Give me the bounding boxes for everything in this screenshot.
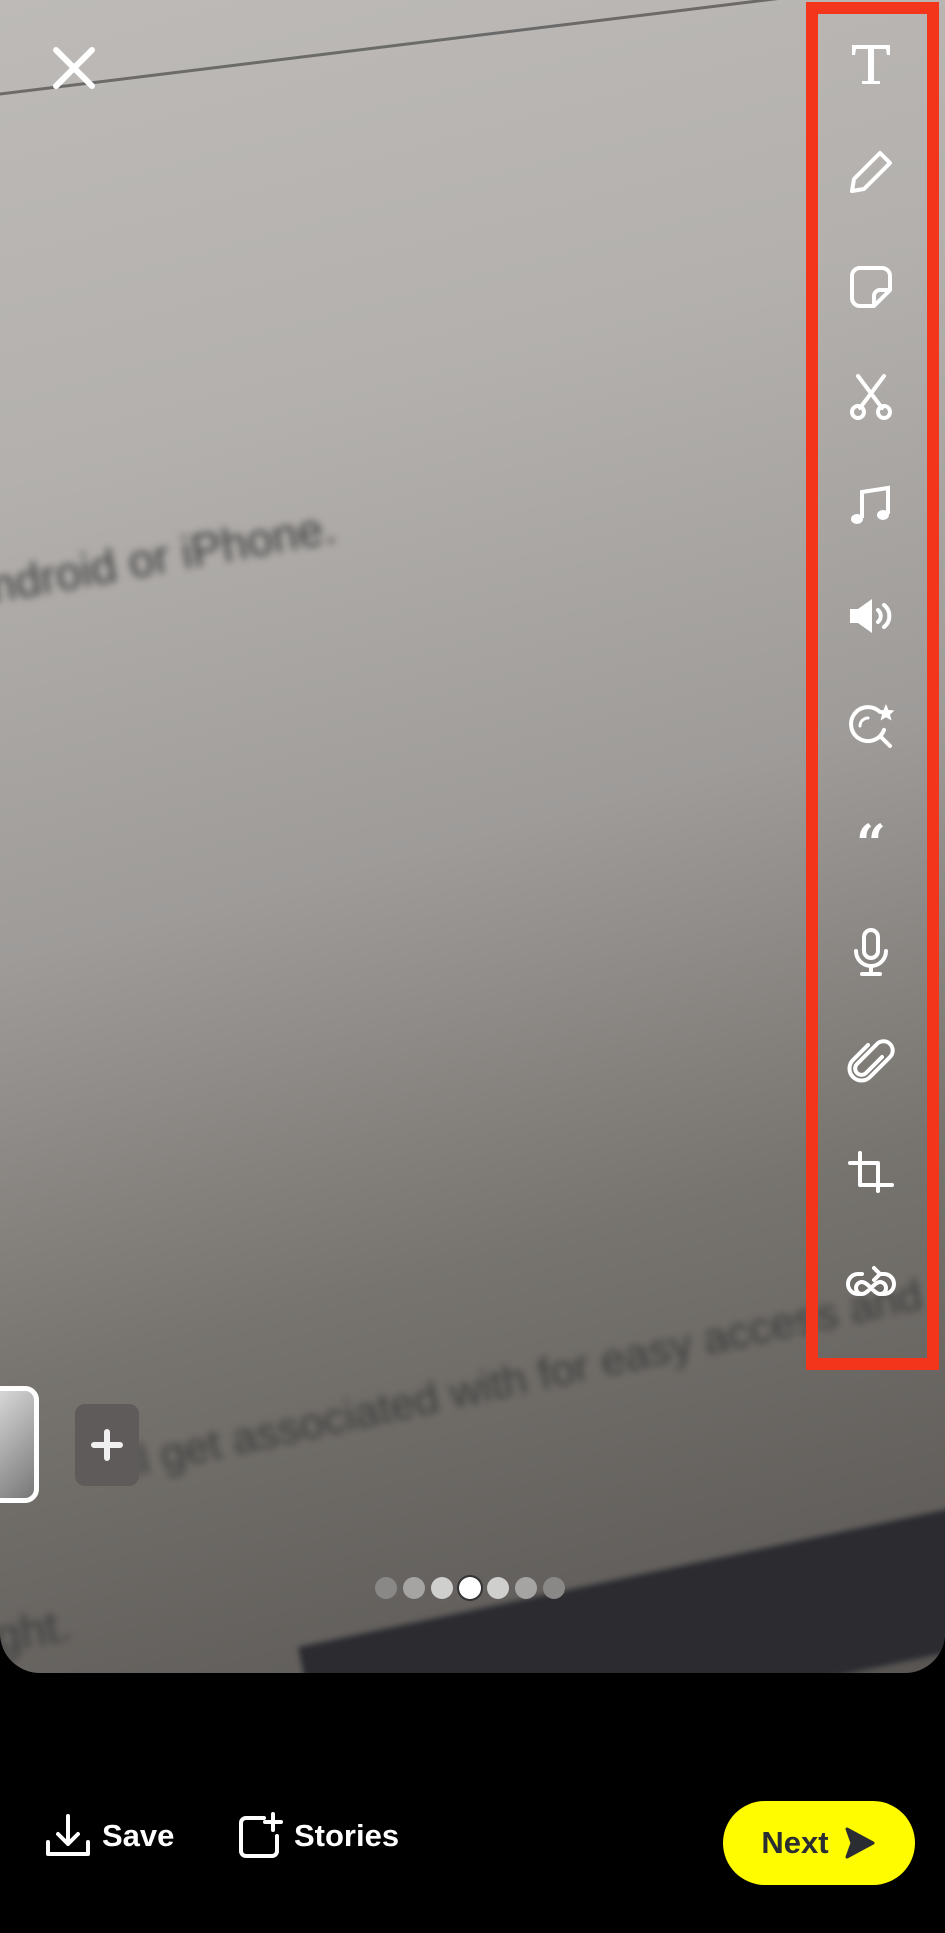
draw-tool-button[interactable] bbox=[846, 147, 896, 197]
page-dot[interactable] bbox=[431, 1577, 453, 1599]
close-icon bbox=[53, 47, 95, 89]
sticker-tool-button[interactable] bbox=[846, 262, 896, 312]
scissors-icon bbox=[850, 374, 892, 420]
add-story-icon bbox=[239, 1812, 283, 1858]
attach-link-button[interactable] bbox=[846, 1037, 896, 1087]
download-icon bbox=[46, 1814, 90, 1856]
plus-icon bbox=[91, 1429, 123, 1461]
crop-tool-button[interactable] bbox=[846, 1149, 896, 1199]
save-label: Save bbox=[102, 1818, 175, 1853]
page-dot[interactable] bbox=[543, 1577, 565, 1599]
text-icon bbox=[852, 45, 890, 84]
quote-icon: “ bbox=[856, 816, 886, 866]
loop-icon bbox=[846, 1266, 896, 1297]
sticker-icon bbox=[850, 266, 892, 308]
page-dot[interactable] bbox=[515, 1577, 537, 1599]
page-dot[interactable] bbox=[403, 1577, 425, 1599]
crop-icon bbox=[848, 1151, 894, 1193]
quote-tool-button[interactable]: “ bbox=[846, 816, 896, 866]
loop-tool-button[interactable] bbox=[846, 1260, 896, 1310]
next-label: Next bbox=[761, 1825, 829, 1860]
photo-text: ill get associated with for easy access … bbox=[114, 1270, 927, 1489]
add-snap-button[interactable] bbox=[75, 1404, 139, 1486]
music-tool-button[interactable] bbox=[846, 480, 896, 530]
page-dot[interactable] bbox=[487, 1577, 509, 1599]
text-tool-button[interactable] bbox=[846, 39, 896, 89]
photo-edge bbox=[0, 0, 945, 98]
microphone-icon bbox=[854, 928, 888, 976]
lens-tool-button[interactable] bbox=[846, 702, 896, 752]
page-dot-active[interactable] bbox=[459, 1577, 481, 1599]
svg-text:“: “ bbox=[856, 816, 886, 866]
page-dot[interactable] bbox=[375, 1577, 397, 1599]
snap-preview: ndroid or iPhone. ill get associated wit… bbox=[0, 0, 945, 1673]
send-arrow-icon bbox=[845, 1827, 875, 1859]
page-indicator bbox=[375, 1577, 565, 1599]
close-button[interactable] bbox=[50, 44, 98, 92]
lens-search-star-icon bbox=[849, 704, 895, 748]
snap-thumbnail[interactable] bbox=[0, 1386, 39, 1503]
voice-tool-button[interactable] bbox=[846, 927, 896, 977]
paperclip-icon bbox=[847, 1039, 895, 1083]
next-button[interactable]: Next bbox=[723, 1801, 915, 1885]
photo-text: ndroid or iPhone. bbox=[0, 500, 340, 613]
pencil-icon bbox=[850, 151, 892, 193]
speaker-icon bbox=[850, 599, 892, 633]
stories-label: Stories bbox=[294, 1818, 400, 1853]
scissors-tool-button[interactable] bbox=[846, 372, 896, 422]
save-button[interactable]: Save bbox=[44, 1812, 174, 1860]
music-note-icon bbox=[851, 485, 890, 524]
stories-button[interactable]: Stories bbox=[236, 1812, 399, 1860]
photo-text: ght. bbox=[0, 1598, 76, 1663]
sound-tool-button[interactable] bbox=[846, 591, 896, 641]
